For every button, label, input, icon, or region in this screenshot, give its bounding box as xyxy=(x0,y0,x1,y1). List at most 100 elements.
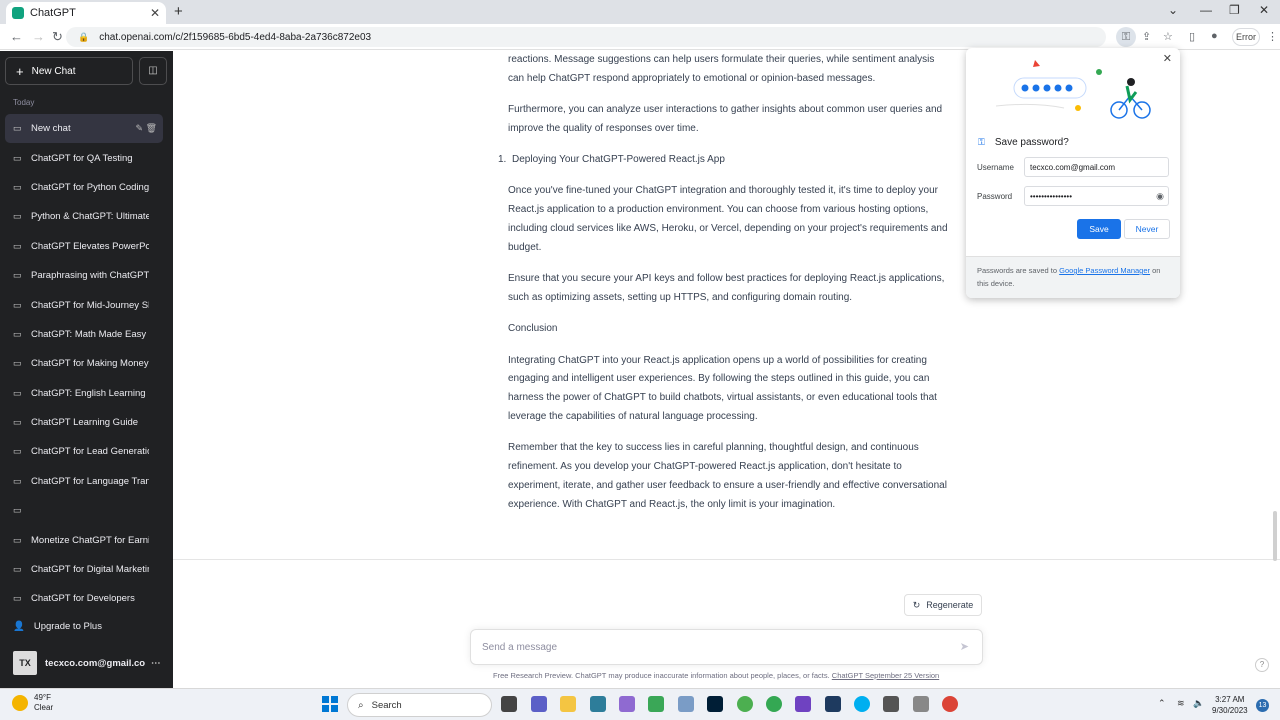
weather-widget[interactable]: 49°F Clear xyxy=(12,693,53,713)
password-manager-link[interactable]: Google Password Manager xyxy=(1059,266,1150,275)
bookmark-star-icon[interactable]: ☆ xyxy=(1163,30,1173,43)
chat-bubble-icon: ▭ xyxy=(13,123,22,134)
account-menu[interactable]: TX tecxco.com@gmail.cor ⋯ xyxy=(13,651,163,675)
upgrade-to-plus-button[interactable]: 👤 Upgrade to Plus xyxy=(13,621,102,632)
calculator-icon[interactable] xyxy=(883,696,899,712)
notification-badge[interactable]: 13 xyxy=(1256,699,1269,712)
scrollbar[interactable] xyxy=(1273,511,1277,561)
minimize-icon[interactable]: — xyxy=(1200,3,1212,17)
sidebar-item-label: ChatGPT for QA Testing xyxy=(31,152,133,164)
app-icon[interactable] xyxy=(825,696,841,712)
sidebar-item[interactable]: ▭ Paraphrasing with ChatGPT xyxy=(5,261,163,290)
assistant-message: reactions. Message suggestions can help … xyxy=(498,51,948,527)
sidebar-item[interactable]: ▭ ChatGPT for Language Trans xyxy=(5,467,163,496)
site-info-icon[interactable]: 🔒 xyxy=(78,32,89,43)
toggle-sidebar-button[interactable]: ◫ xyxy=(139,57,167,85)
error-chip[interactable]: Error xyxy=(1232,28,1260,46)
photoshop-icon[interactable] xyxy=(707,696,723,712)
app-icon[interactable] xyxy=(795,696,811,712)
help-button[interactable]: ? xyxy=(1255,658,1269,672)
sidebar-item[interactable]: ▭ ChatGPT for Making Money xyxy=(5,349,163,378)
divider xyxy=(173,559,1280,560)
message-input[interactable]: Send a message ➤ xyxy=(470,629,983,665)
file-explorer-icon[interactable] xyxy=(560,696,576,712)
never-button[interactable]: Never xyxy=(1124,219,1170,239)
sidebar-item[interactable]: ▭ ChatGPT Learning Guide xyxy=(5,408,163,437)
profile-icon[interactable]: ● xyxy=(1211,30,1218,42)
sidebar-item[interactable]: ▭ Python & ChatGPT: Ultimate xyxy=(5,202,163,231)
reload-icon[interactable]: ↻ xyxy=(52,29,63,45)
close-window-icon[interactable]: ✕ xyxy=(1259,3,1269,17)
sidebar-item-label: Paraphrasing with ChatGPT xyxy=(31,270,149,282)
browser-tab[interactable]: ChatGPT ✕ xyxy=(6,2,166,24)
maximize-icon[interactable]: ❐ xyxy=(1229,3,1240,17)
sidebar-item[interactable]: ▭ xyxy=(5,496,163,525)
tab-search-icon[interactable]: ⌄ xyxy=(1168,3,1178,17)
back-icon[interactable]: ← xyxy=(10,29,23,44)
sidebar-item[interactable]: ▭ ChatGPT for Python Coding xyxy=(5,173,163,202)
sidebar-item-label: New chat xyxy=(31,123,71,135)
send-icon[interactable]: ➤ xyxy=(960,640,969,653)
new-chat-button[interactable]: + New Chat xyxy=(5,57,133,85)
menu-kebab-icon[interactable]: ⋮ xyxy=(1267,30,1278,43)
volume-icon[interactable]: 🔈 xyxy=(1193,698,1204,709)
sidebar-item-new-chat[interactable]: ▭ New chat ✎ 🗑 xyxy=(5,114,163,144)
side-panel-icon[interactable]: ▯ xyxy=(1189,30,1195,43)
sidebar-item-label: ChatGPT for Mid-Journey SE xyxy=(31,299,149,311)
password-key-icon[interactable]: ⚿ xyxy=(1116,27,1136,47)
sidebar-item[interactable]: ▭ ChatGPT for QA Testing xyxy=(5,143,163,172)
user-icon: 👤 xyxy=(13,621,25,632)
save-button[interactable]: Save xyxy=(1077,219,1121,239)
app-icon[interactable] xyxy=(619,696,635,712)
sidebar-item[interactable]: ▭ ChatGPT for Developers xyxy=(5,584,163,613)
app-icon[interactable] xyxy=(913,696,929,712)
new-tab-icon[interactable]: + xyxy=(174,3,183,20)
task-view-icon[interactable] xyxy=(501,696,517,712)
more-options-icon[interactable]: ⋯ xyxy=(151,658,161,669)
url-field[interactable]: 🔒 chat.openai.com/c/2f159685-6bd5-4ed4-8… xyxy=(66,27,1106,47)
dialog-title-text: Save password? xyxy=(994,137,1069,148)
close-tab-icon[interactable]: ✕ xyxy=(150,6,160,20)
username-field[interactable]: tecxco.com@gmail.com xyxy=(1024,157,1169,177)
start-icon[interactable] xyxy=(322,696,338,712)
date: 9/30/2023 xyxy=(1212,706,1248,715)
app-icon[interactable] xyxy=(648,696,664,712)
sidebar-item[interactable]: ▭ ChatGPT for Mid-Journey SE xyxy=(5,290,163,319)
wifi-icon[interactable]: ≋ xyxy=(1177,698,1185,709)
show-hidden-icons-icon[interactable]: ⌃ xyxy=(1158,698,1166,709)
message-heading: Conclusion xyxy=(508,323,558,335)
forward-icon[interactable]: → xyxy=(32,29,45,44)
sidebar-item[interactable]: ▭ Monetize ChatGPT for Earnin xyxy=(5,525,163,554)
skype-icon[interactable] xyxy=(854,696,870,712)
message-paragraph: Remember that the key to success lies in… xyxy=(508,442,947,510)
browser-tab-bar: ChatGPT ✕ + ⌄ — ❐ ✕ xyxy=(0,0,1280,24)
key-icon: ⚿ xyxy=(978,137,985,147)
sidebar-item[interactable]: ▭ ChatGPT for Lead Generatio xyxy=(5,437,163,466)
chrome-icon[interactable] xyxy=(766,696,782,712)
edit-delete-icons[interactable]: ✎ 🗑 xyxy=(136,123,157,134)
sidebar-item[interactable]: ▭ ChatGPT: Math Made Easy xyxy=(5,320,163,349)
message-paragraph: Furthermore, you can analyze user intera… xyxy=(508,104,943,134)
password-field[interactable]: ••••••••••••••• ◉ xyxy=(1024,186,1169,206)
store-icon[interactable] xyxy=(590,696,606,712)
avatar: TX xyxy=(13,651,37,675)
photos-icon[interactable] xyxy=(678,696,694,712)
show-password-icon[interactable]: ◉ xyxy=(1156,191,1164,202)
chat-bubble-icon: ▭ xyxy=(13,593,22,604)
taskbar-search[interactable]: ⌕ Search xyxy=(347,693,492,717)
share-icon[interactable]: ⇪ xyxy=(1142,30,1151,43)
chrome-icon[interactable] xyxy=(737,696,753,712)
chat-bubble-icon: ▭ xyxy=(13,534,22,545)
close-icon[interactable]: ✕ xyxy=(1163,52,1172,65)
chat-bubble-icon: ▭ xyxy=(13,387,22,398)
sidebar-item[interactable]: ▭ ChatGPT Elevates PowerPoin xyxy=(5,232,163,261)
sidebar-item[interactable]: ▭ ChatGPT for Digital Marketin xyxy=(5,555,163,584)
sidebar-item[interactable]: ▭ ChatGPT: English Learning R xyxy=(5,379,163,408)
chatgpt-favicon-icon xyxy=(12,7,24,19)
clock[interactable]: 3:27 AM 9/30/2023 xyxy=(1212,694,1248,716)
chrome-active-icon[interactable] xyxy=(942,696,958,712)
chat-app-icon[interactable] xyxy=(531,696,547,712)
version-link[interactable]: ChatGPT September 25 Version xyxy=(832,671,939,680)
regenerate-button[interactable]: ↻ Regenerate xyxy=(904,594,982,616)
password-value: ••••••••••••••• xyxy=(1030,191,1073,201)
